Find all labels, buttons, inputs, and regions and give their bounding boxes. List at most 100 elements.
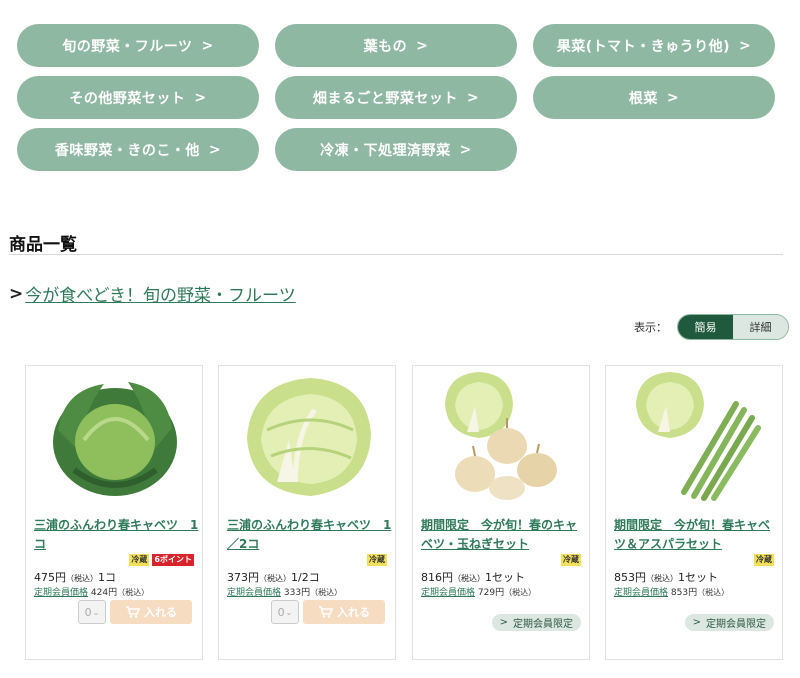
category-button-other-sets[interactable]: その他野菜セット > bbox=[17, 76, 259, 119]
view-detail-button[interactable]: 詳細 bbox=[733, 315, 788, 339]
price: 853円（税込）1セット bbox=[614, 569, 718, 585]
member-price-link[interactable]: 定期会員価格 bbox=[614, 588, 668, 598]
cart-icon bbox=[319, 606, 333, 618]
category-label: 香味野菜・きのこ・他 bbox=[54, 142, 200, 159]
member-price-link[interactable]: 定期会員価格 bbox=[421, 588, 475, 598]
member-only-button[interactable]: > 定期会員限定 bbox=[491, 614, 581, 631]
category-label: 旬の野菜・フルーツ bbox=[62, 38, 193, 55]
badge-refrigerated: 冷蔵 bbox=[367, 554, 387, 566]
view-toggle-group: 簡易 詳細 bbox=[677, 314, 789, 340]
category-label: その他野菜セット bbox=[69, 90, 186, 107]
member-only-label: 定期会員限定 bbox=[706, 619, 766, 630]
category-button-herbs[interactable]: 香味野菜・きのこ・他 > bbox=[17, 128, 259, 171]
cart-icon bbox=[126, 606, 140, 618]
member-price-value: 333円 bbox=[283, 588, 311, 598]
section-divider bbox=[9, 254, 783, 255]
member-price-link[interactable]: 定期会員価格 bbox=[34, 588, 88, 598]
product-name-link[interactable]: 期間限定 今が旬！春キャベツ＆アスパラセット bbox=[614, 516, 780, 554]
section-title: 商品一覧 bbox=[9, 235, 77, 255]
member-price-value: 729円 bbox=[477, 588, 505, 598]
category-button-seasonal[interactable]: 旬の野菜・フルーツ > bbox=[17, 24, 259, 67]
category-button-fruit-veg[interactable]: 果菜(トマト・きゅうり他) > bbox=[533, 24, 775, 67]
breadcrumb: > 今が食べどき！旬の野菜・フルーツ bbox=[9, 281, 296, 307]
badges: 冷蔵 bbox=[561, 554, 581, 566]
chevron-down-icon: ⌄ bbox=[285, 607, 293, 617]
view-toggle: 表示： 簡易 詳細 bbox=[634, 314, 789, 340]
badges: 冷蔵 bbox=[754, 554, 774, 566]
chevron-right-icon: > bbox=[499, 617, 508, 628]
badge-refrigerated: 冷蔵 bbox=[561, 554, 581, 566]
price-value: 475円 bbox=[34, 571, 66, 584]
member-price: 定期会員価格 729円（税込） bbox=[421, 585, 536, 598]
category-button-frozen[interactable]: 冷凍・下処理済野菜 > bbox=[275, 128, 517, 171]
category-label: 冷凍・下処理済野菜 bbox=[320, 142, 451, 159]
view-label: 表示： bbox=[634, 321, 667, 334]
price-value: 853円 bbox=[614, 571, 646, 584]
quantity-select[interactable]: 0 ⌄ bbox=[78, 600, 106, 624]
product-name-link[interactable]: 三浦のふんわり春キャベツ 1／2コ bbox=[227, 516, 393, 554]
chevron-right-icon: > bbox=[459, 141, 472, 158]
chevron-right-icon: > bbox=[466, 89, 480, 106]
product-card: 三浦のふんわり春キャベツ 1コ 冷蔵 6ポイント 475円（税込）1コ 定期会員… bbox=[25, 365, 203, 660]
product-name-link[interactable]: 三浦のふんわり春キャベツ 1コ bbox=[34, 516, 200, 554]
unit: 1/2コ bbox=[291, 571, 320, 584]
category-grid: 旬の野菜・フルーツ > 葉もの > 果菜(トマト・きゅうり他) > その他野菜セット >… bbox=[17, 24, 775, 171]
tax-label: （税込） bbox=[453, 574, 485, 583]
badges: 冷蔵 bbox=[367, 554, 387, 566]
category-button-leafy[interactable]: 葉もの > bbox=[275, 24, 517, 67]
badge-points: 6ポイント bbox=[152, 554, 194, 566]
member-price-value: 853円 bbox=[670, 588, 698, 598]
chevron-right-icon: > bbox=[666, 89, 680, 106]
product-image-cabbage-onion-set[interactable] bbox=[431, 370, 573, 502]
chevron-right-icon: > bbox=[692, 617, 701, 628]
unit: 1コ bbox=[98, 571, 116, 584]
add-to-cart-button[interactable]: 入れる bbox=[303, 600, 385, 624]
tax-label: （税込） bbox=[697, 588, 730, 597]
product-image-cabbage-asparagus-set[interactable] bbox=[624, 370, 766, 502]
product-card: 期間限定 今が旬！春のキャベツ・玉ねぎセット 冷蔵 816円（税込）1セット 定… bbox=[412, 365, 590, 660]
price-value: 373円 bbox=[227, 571, 259, 584]
add-to-cart-button[interactable]: 入れる bbox=[110, 600, 192, 624]
add-to-cart-label: 入れる bbox=[337, 606, 370, 619]
chevron-down-icon: ⌄ bbox=[92, 607, 100, 617]
quantity-select[interactable]: 0 ⌄ bbox=[271, 600, 299, 624]
member-price: 定期会員価格 333円（税込） bbox=[227, 585, 342, 598]
tax-label: （税込） bbox=[117, 588, 150, 597]
price: 816円（税込）1セット bbox=[421, 569, 525, 585]
tax-label: （税込） bbox=[310, 588, 343, 597]
chevron-right-icon: > bbox=[9, 283, 24, 304]
category-label: 根菜 bbox=[628, 90, 658, 107]
product-card: 期間限定 今が旬！春キャベツ＆アスパラセット 冷蔵 853円（税込）1セット 定… bbox=[605, 365, 783, 660]
chevron-right-icon: > bbox=[201, 37, 214, 54]
category-button-farm-sets[interactable]: 畑まるごと野菜セット > bbox=[275, 76, 517, 119]
product-image-cabbage-half[interactable] bbox=[237, 370, 379, 502]
price: 373円（税込）1/2コ bbox=[227, 569, 320, 585]
tax-label: （税込） bbox=[504, 588, 537, 597]
category-button-root-veg[interactable]: 根菜 > bbox=[533, 76, 775, 119]
member-only-label: 定期会員限定 bbox=[513, 619, 573, 630]
member-only-button[interactable]: > 定期会員限定 bbox=[684, 614, 774, 631]
chevron-right-icon: > bbox=[208, 141, 222, 158]
badge-refrigerated: 冷蔵 bbox=[129, 554, 150, 566]
tax-label: （税込） bbox=[646, 574, 678, 583]
chevron-right-icon: > bbox=[194, 89, 207, 106]
category-label: 果菜(トマト・きゅうり他) bbox=[556, 38, 731, 55]
quantity-value: 0 bbox=[277, 605, 285, 619]
view-simple-button[interactable]: 簡易 bbox=[678, 315, 733, 339]
product-name-link[interactable]: 期間限定 今が旬！春のキャベツ・玉ねぎセット bbox=[421, 516, 587, 554]
member-price-value: 424円 bbox=[90, 588, 118, 598]
add-to-cart-label: 入れる bbox=[144, 606, 177, 619]
badges: 冷蔵 6ポイント bbox=[129, 554, 194, 566]
badge-refrigerated: 冷蔵 bbox=[754, 554, 774, 566]
chevron-right-icon: > bbox=[739, 37, 752, 54]
tax-label: （税込） bbox=[259, 574, 291, 583]
breadcrumb-link[interactable]: 今が食べどき！旬の野菜・フルーツ bbox=[25, 281, 295, 306]
category-label: 葉もの bbox=[363, 38, 408, 55]
quantity-value: 0 bbox=[84, 605, 92, 619]
unit: 1セット bbox=[678, 571, 718, 584]
product-image-cabbage-whole[interactable] bbox=[44, 370, 186, 502]
product-card: 三浦のふんわり春キャベツ 1／2コ 冷蔵 373円（税込）1/2コ 定期会員価格… bbox=[218, 365, 396, 660]
unit: 1セット bbox=[485, 571, 525, 584]
member-price-link[interactable]: 定期会員価格 bbox=[227, 588, 281, 598]
tax-label: （税込） bbox=[66, 574, 98, 583]
